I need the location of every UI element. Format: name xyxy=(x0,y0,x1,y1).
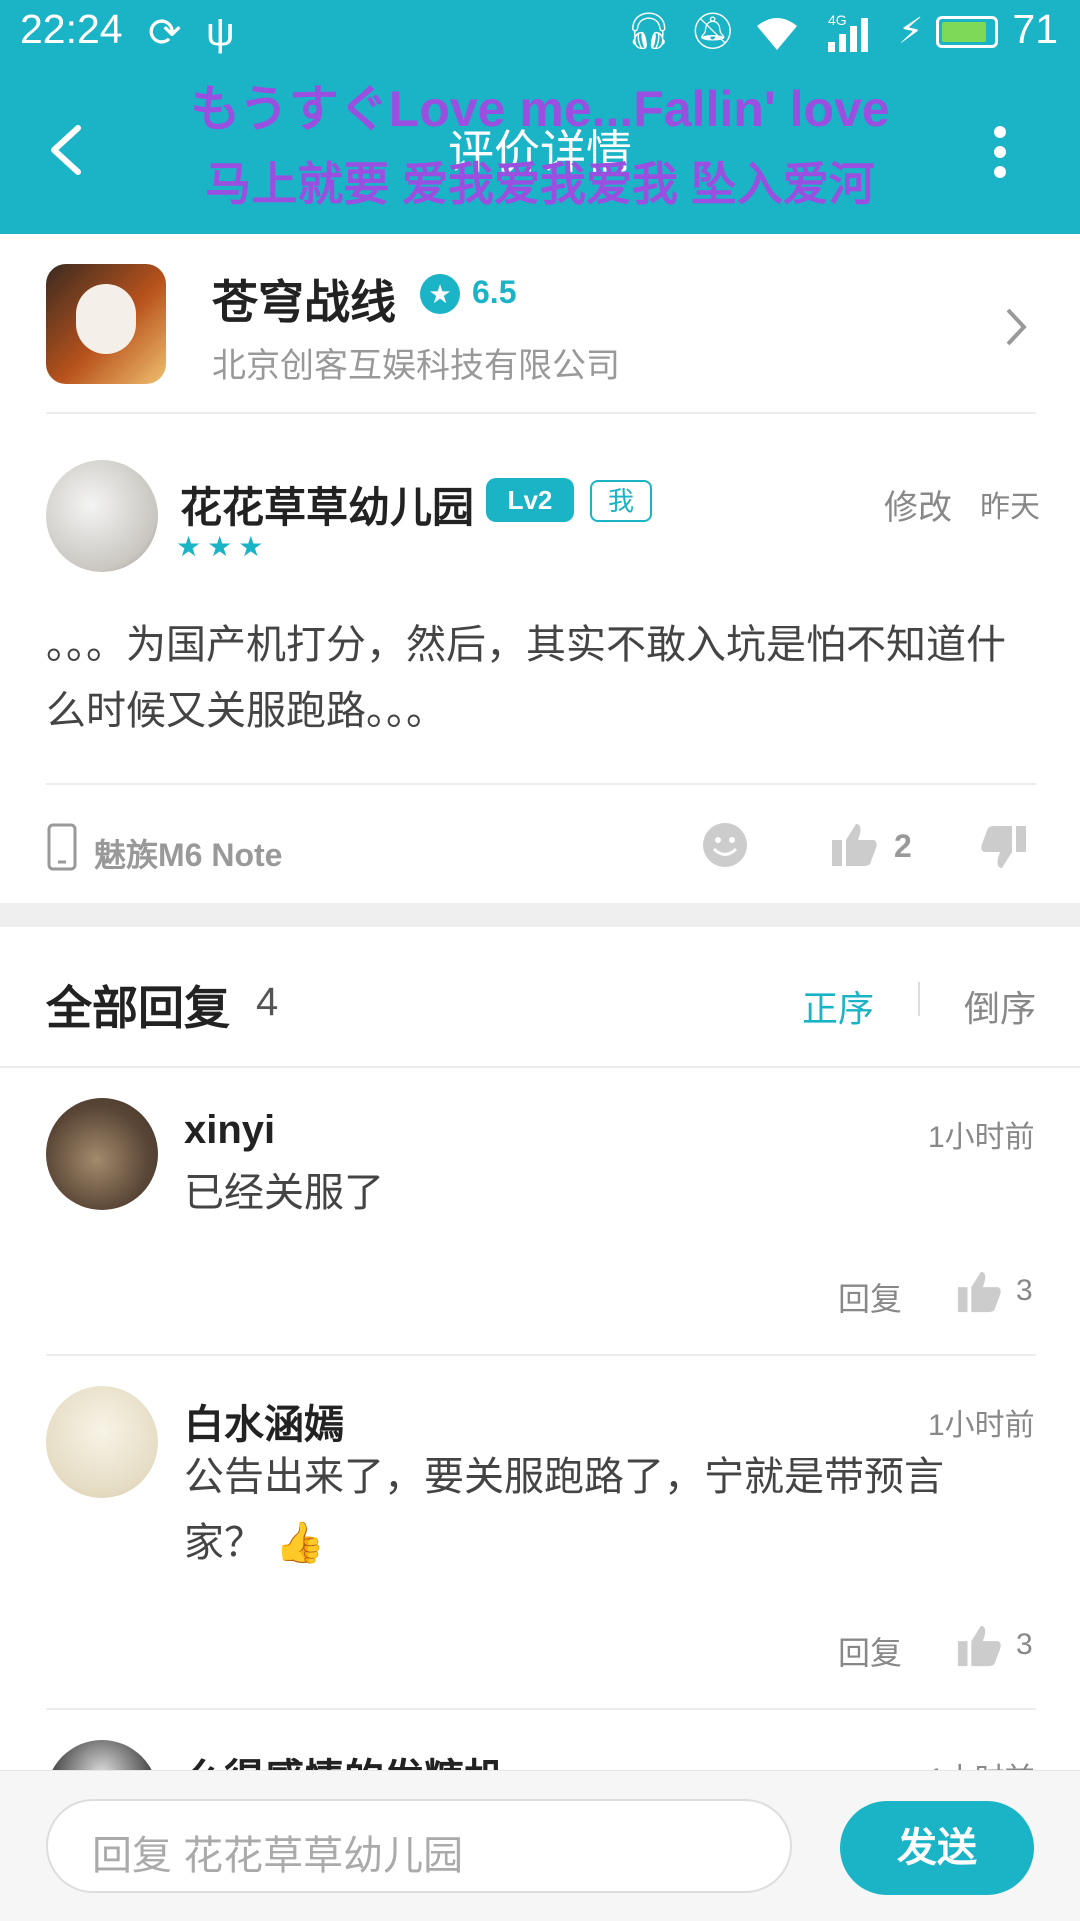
thumbs-up-icon[interactable] xyxy=(956,1268,1002,1314)
lyrics-overlay-line1: もうすぐLove me...Fallin' love xyxy=(190,81,890,137)
thumbs-up-icon[interactable] xyxy=(956,1622,1002,1668)
phone-icon xyxy=(47,823,77,871)
avatar[interactable] xyxy=(46,1740,158,1770)
game-publisher: 北京创客互娱科技有限公司 xyxy=(212,347,620,385)
review-like-count: 2 xyxy=(894,828,912,864)
send-button[interactable]: 发送 xyxy=(840,1801,1034,1895)
sort-ascending-tab[interactable]: 正序 xyxy=(802,980,874,1032)
reply-item: xinyi 1小时前 已经关服了 回复 3 xyxy=(0,1068,1080,1354)
status-bar: 22:24 ⟳ ψ 🎧︎ 🔕︎ 4G ⚡ 71 xyxy=(0,0,1080,66)
star-icon: ★ xyxy=(238,531,270,562)
thumbs-up-icon[interactable] xyxy=(830,820,878,868)
reply-like-count: 3 xyxy=(1016,1274,1033,1307)
reply-username[interactable]: 白水涵嫣 xyxy=(184,1392,344,1450)
rating-star-icon: ★ xyxy=(420,274,460,314)
edit-link[interactable]: 修改 xyxy=(884,480,952,529)
reply-input-placeholder: 回复 花花草草幼儿园 xyxy=(92,1834,464,1878)
me-badge: 我 xyxy=(590,480,652,522)
star-icon: ★ xyxy=(176,531,208,562)
avatar[interactable] xyxy=(46,1386,158,1498)
reply-like-count: 3 xyxy=(1016,1628,1033,1661)
chevron-right-icon xyxy=(1006,308,1027,346)
reply-time: 1小时前 xyxy=(928,1121,1035,1154)
wifi-icon xyxy=(757,18,797,50)
game-card[interactable]: 苍穹战线 ★ 6.5 北京创客互娱科技有限公司 xyxy=(0,236,1080,412)
reply-button[interactable]: 回复 xyxy=(838,1274,902,1320)
status-time: 22:24 xyxy=(20,6,123,52)
reply-input[interactable]: 回复 花花草草幼儿园 xyxy=(46,1799,792,1893)
sort-descending-tab[interactable]: 倒序 xyxy=(964,980,1036,1032)
headphones-icon: 🎧︎ xyxy=(626,10,672,51)
sort-separator xyxy=(918,982,920,1016)
mute-icon: 🔕︎ xyxy=(690,10,736,51)
signal-icon xyxy=(828,18,868,52)
review-date: 昨天 xyxy=(980,491,1040,524)
review-text: 。。。为国产机打分，然后，其实不敢入坑是怕不知道什么时候又关服跑路。。。 xyxy=(46,623,1006,733)
game-rating: 6.5 xyxy=(472,274,517,310)
battery-level: 71 xyxy=(1012,6,1058,52)
game-icon xyxy=(46,264,166,384)
review-username[interactable]: 花花草草幼儿园 xyxy=(180,474,474,535)
section-gap xyxy=(0,903,1080,927)
lyrics-overlay-line2: 马上就要 爱我爱我爱我 坠入爱河 xyxy=(205,158,875,210)
star-icon: ★ xyxy=(207,531,239,562)
divider xyxy=(46,783,1036,785)
reply-username[interactable]: xinyi xyxy=(184,1108,275,1153)
reply-button[interactable]: 回复 xyxy=(838,1628,902,1674)
reply-username[interactable]: 么得感情的发糖机 xyxy=(184,1746,504,1770)
avatar[interactable] xyxy=(46,460,158,572)
thumbs-down-icon[interactable] xyxy=(980,824,1028,872)
usb-icon: ψ xyxy=(206,10,235,54)
level-badge: Lv2 xyxy=(486,478,574,522)
game-name: 苍穹战线 xyxy=(212,276,396,328)
reply-time: 1小时前 xyxy=(928,1409,1035,1442)
divider xyxy=(46,412,1036,414)
sync-icon: ⟳ xyxy=(148,11,182,55)
device-name: 魅族M6 Note xyxy=(94,837,283,873)
emoji-icon[interactable] xyxy=(702,822,748,868)
thumbs-up-emoji: 👍 xyxy=(275,1521,325,1565)
battery-icon xyxy=(936,16,998,48)
reply-time: 1小时前 xyxy=(928,1754,1035,1770)
charging-icon: ⚡ xyxy=(898,10,924,51)
reply-text: 已经关服了 xyxy=(184,1171,384,1215)
reply-text: 公告出来了，要关服跑路了，宁就是带预言家？ 👍 xyxy=(184,1444,1004,1576)
reply-item: 白水涵嫣 1小时前 公告出来了，要关服跑路了，宁就是带预言家？ 👍 回复 3 xyxy=(0,1356,1080,1708)
review-stars: ★★★ xyxy=(176,530,269,563)
reply-composer: 回复 花花草草幼儿园 发送 xyxy=(0,1770,1080,1921)
avatar[interactable] xyxy=(46,1098,158,1210)
replies-title: 全部回复 xyxy=(46,982,230,1034)
reply-item: 么得感情的发糖机 1小时前 xyxy=(0,1710,1080,1770)
replies-count: 4 xyxy=(256,980,279,1024)
